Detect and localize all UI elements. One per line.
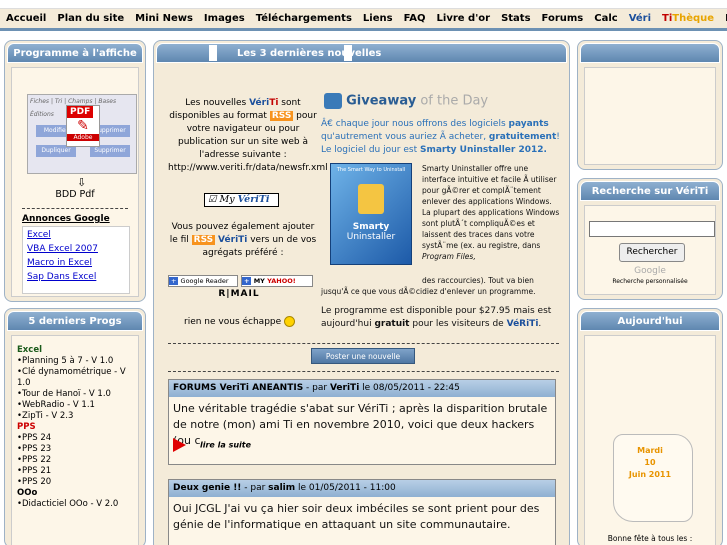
prog-item[interactable]: •PPS 24 [17,433,133,444]
giveaway-logo[interactable]: Giveaway of the Day [324,93,488,109]
news-decor-icon-right [344,45,352,61]
ad-link-vba[interactable]: VBA Excel 2007 [27,242,125,256]
left-panel-progs: 5 derniers Progs Excel •Planning 5 à 7 - … [4,308,146,545]
prog-item[interactable]: •ZipTi - V 2.3 [17,411,133,422]
prog-item[interactable]: •PPS 20 [17,477,133,488]
giveaway-desc2: des raccourcies). Tout va bien jusqu'Ã c… [321,276,536,296]
nav-item[interactable]: Liens [363,13,393,24]
right-panel-search: Recherche sur VériTi Rechercher Google R… [577,178,723,300]
prog-item[interactable]: •Planning 5 à 7 - V 1.0 [17,356,133,367]
search-button[interactable]: Rechercher [619,243,685,262]
news-item-2: Deux genie !! - par salim le 01/05/2011 … [168,479,556,545]
pdf-icon: PDF ✎ Adobe [66,105,100,147]
today-panel-title: Aujourd'hui [580,311,720,331]
nav-item-veritheque[interactable]: Véri TiThèque [629,13,714,24]
news-item-1: FORUMS VeriTi ANEANTIS - par VeriTi le 0… [168,379,556,465]
read-more-link[interactable]: lire la suite [173,438,251,452]
rmail-badge[interactable]: R|MAIL [209,289,269,299]
progs-panel-title: 5 derniers Progs [7,311,143,331]
my-veriti-button[interactable]: ☑ My VériTi [204,193,279,207]
nav-item[interactable]: Images [204,13,245,24]
prog-item: Excel [17,345,43,355]
news-item-body: Oui JCGL J'ai vu ça hier soir deux imbéc… [173,502,540,531]
right-panel-blank [577,40,723,170]
day-number: 10 [644,458,656,467]
post-news-button[interactable]: Poster une nouvelle [311,348,415,364]
google-ads-box: Excel VBA Excel 2007 Macro in Excel Sap … [22,226,130,294]
ad-link-sap[interactable]: Sap Dans Excel [27,270,125,284]
rss-badge[interactable]: RSS [269,111,294,121]
google-ads-title: Annonces Google [22,214,110,224]
download-icon[interactable]: ⇩ [77,176,86,189]
left-panel-program: Programme à l'affiche Fiches | Tri | Cha… [4,40,146,302]
search-input[interactable] [589,221,715,237]
giveaway-desc: Smarty Uninstaller offre une interface i… [422,164,560,261]
prog-item[interactable]: •PPS 23 [17,444,133,455]
nav-item[interactable]: FAQ [404,13,426,24]
program-box: Fiches | Tri | Champs | Bases Éditions M… [11,67,139,297]
top-navigation: Accueil Plan du site Mini News Images Téléch… [0,8,727,31]
rien-text: rien ne vous échappe [184,316,296,327]
program-panel-title: Programme à l'affiche [7,43,143,63]
bdd-pdf-caption[interactable]: BDD Pdf [12,189,138,200]
bdd-pdf-image[interactable]: Fiches | Tri | Champs | Bases Éditions M… [27,94,137,174]
google-reader-badge[interactable]: + Google Reader [168,275,238,287]
month-year: Juin 2011 [628,470,672,479]
prog-item[interactable]: •Tour de Hanoï - V 1.0 [17,389,133,400]
nav-item[interactable]: Téléchargements [256,13,352,24]
right-panel-today: Aujourd'hui Mardi 10 Juin 2011 Bonne fêt… [577,308,723,545]
right-top-panel-title [580,43,720,63]
prog-item[interactable]: •Didacticiel OOo - V 2.0 [17,499,133,510]
nav-item[interactable]: Livre d'or [437,13,491,24]
ad-link-macro[interactable]: Macro in Excel [27,256,125,270]
rss-info: Les nouvelles VériTi sont disponibles au… [168,98,328,173]
center-panel: Les 3 dernières nouvelles Les nouvelles … [153,40,570,545]
nav-item[interactable]: Stats [501,13,530,24]
giveaway-intro: Â€ chaque jour nous offrons des logiciel… [321,119,560,155]
nav-item[interactable]: Accueil [6,13,46,24]
giveaway-icon [324,93,342,109]
prog-item: PPS [17,422,36,432]
ad-link-excel[interactable]: Excel [27,228,125,242]
news-item-header: FORUMS VeriTi ANEANTIS - par VeriTi le 0… [169,380,555,397]
nav-item[interactable]: Calc [594,13,617,24]
rss-add-info: Vous pouvez également ajouter le fil RSS… [169,222,317,258]
red-arrow-icon [173,438,186,452]
my-yahoo-badge[interactable]: + MY YAHOO! [241,275,313,287]
prog-item[interactable]: •PPS 21 [17,466,133,477]
giveaway-price: Le programme est disponible pour $27.95 … [321,306,552,329]
nav-item[interactable]: Mini News [135,13,193,24]
news-item-header: Deux genie !! - par salim le 01/05/2011 … [169,480,555,497]
box-lock-icon [358,184,384,214]
prog-item[interactable]: •Clé dynamométrique - V 1.0 [17,367,133,389]
news-decor-icon [209,45,217,61]
nav-item[interactable]: Forums [542,13,584,24]
nav-item[interactable]: Plan du site [57,13,124,24]
search-panel-title: Recherche sur VériTi [580,181,720,201]
news-panel-title: Les 3 dernières nouvelles [156,43,567,63]
search-perso-label: Recherche personnalisée [612,278,688,285]
fete-text: Bonne fête à tous les : [607,534,693,543]
rss-url[interactable]: http://www.veriti.fr/data/newsfr.xml [168,163,328,173]
prog-item: OOo [17,488,38,498]
software-box-image[interactable]: The Smart Way to Uninstall Smarty Uninst… [330,163,412,265]
prog-item[interactable]: •PPS 22 [17,455,133,466]
prog-item[interactable]: •WebRadio - V 1.1 [17,400,133,411]
day-name: Mardi [637,446,663,455]
progs-list: Excel •Planning 5 à 7 - V 1.0 •Clé dynamom… [11,335,139,545]
smiley-icon [284,316,296,327]
google-logo: Google [634,266,666,276]
